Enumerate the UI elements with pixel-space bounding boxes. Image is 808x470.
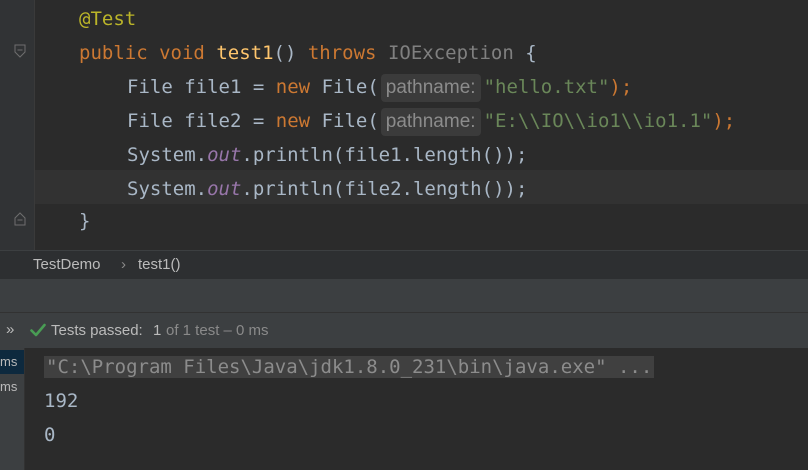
var-file1: file1 <box>184 76 242 98</box>
breadcrumb-method[interactable]: test1() <box>138 256 181 273</box>
code-line-annotation[interactable]: @Test <box>79 2 136 36</box>
var-file2: file2 <box>184 110 242 132</box>
test-status-bar: » Tests passed: 1 of 1 test – 0 ms <box>0 312 808 349</box>
type-file: File <box>127 110 173 132</box>
console-output[interactable]: ms ms "C:\Program Files\Java\jdk1.8.0_23… <box>0 348 808 470</box>
tests-passed-detail: of 1 test – 0 ms <box>166 322 269 339</box>
system-class: System. <box>127 178 208 200</box>
string-literal: "hello.txt" <box>483 76 610 98</box>
breadcrumb-separator: › <box>121 256 126 273</box>
parameter-hint: pathname: <box>380 107 481 136</box>
keyword-throws: throws <box>307 42 377 64</box>
operator-assign: = <box>252 76 265 98</box>
close-brace: } <box>79 210 91 232</box>
double-chevron-right-icon[interactable]: » <box>6 321 14 338</box>
statement-end: ); <box>712 110 736 132</box>
code-editor[interactable]: @Test public void test1() throws IOExcep… <box>0 0 808 250</box>
annotation-test: @Test <box>79 8 137 30</box>
gutter-separator <box>34 0 35 250</box>
console-line: 192 <box>44 390 79 412</box>
string-literal: "E:\\IO\\io1\\io1.1" <box>483 110 713 132</box>
code-line-print1[interactable]: System.out.println(file1.length()); <box>127 138 527 172</box>
tool-window-header <box>0 279 808 312</box>
test-tree-item[interactable]: ms <box>0 375 24 399</box>
exception-type: IOException <box>387 42 514 64</box>
println-call: .println(file1.length()); <box>241 144 528 166</box>
method-parens: () <box>273 42 297 64</box>
type-file: File <box>127 76 173 98</box>
test-results-tree[interactable]: ms ms <box>0 348 25 470</box>
check-icon <box>30 323 46 341</box>
field-out: out <box>207 178 242 200</box>
constructor-call: File( <box>321 110 379 132</box>
open-brace: { <box>525 42 537 64</box>
breadcrumb: TestDemo › test1() <box>0 250 808 280</box>
println-call: .println(file2.length()); <box>241 178 528 200</box>
tests-passed-count: 1 <box>153 322 162 339</box>
tests-passed-label: Tests passed: <box>51 322 143 339</box>
console-line-command: "C:\Program Files\Java\jdk1.8.0_231\bin\… <box>44 350 655 384</box>
console-line: 0 <box>44 424 56 446</box>
constructor-call: File( <box>321 76 379 98</box>
method-name: test1 <box>216 42 274 64</box>
parameter-hint: pathname: <box>380 73 481 102</box>
code-line-file1[interactable]: File file1 = new File(pathname: "hello.tx… <box>127 70 632 104</box>
keyword-void: void <box>159 42 205 64</box>
keyword-new: new <box>275 110 311 132</box>
code-line-close-brace[interactable]: } <box>79 204 90 238</box>
field-out: out <box>207 144 242 166</box>
code-line-file2[interactable]: File file2 = new File(pathname: "E:\\IO\\… <box>127 104 735 138</box>
keyword-new: new <box>275 76 311 98</box>
breadcrumb-class[interactable]: TestDemo <box>33 256 101 273</box>
system-class: System. <box>127 144 208 166</box>
test-tree-item[interactable]: ms <box>0 350 24 374</box>
code-line-print2[interactable]: System.out.println(file2.length()); <box>127 172 527 206</box>
operator-assign: = <box>252 110 265 132</box>
keyword-public: public <box>79 42 148 64</box>
fold-start-icon[interactable] <box>13 44 27 58</box>
fold-end-icon[interactable] <box>13 212 27 226</box>
statement-end: ); <box>609 76 633 98</box>
code-line-method-signature[interactable]: public void test1() throws IOException { <box>79 36 537 70</box>
command-text: "C:\Program Files\Java\jdk1.8.0_231\bin\… <box>44 356 655 378</box>
